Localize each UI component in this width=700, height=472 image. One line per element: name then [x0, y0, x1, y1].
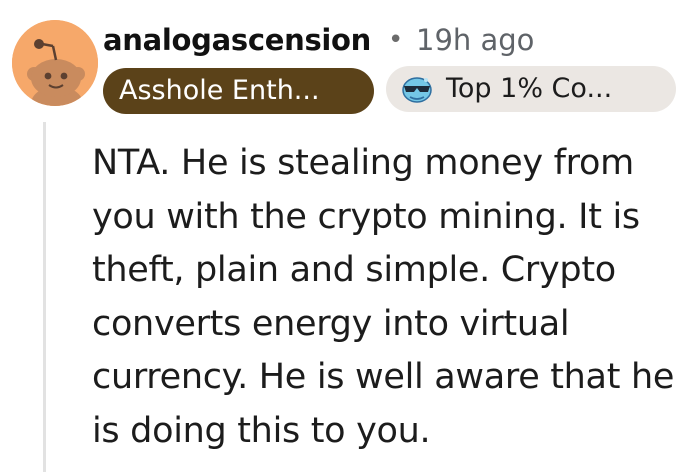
reddit-snoo-avatar-icon — [12, 20, 98, 106]
user-flair[interactable]: Asshole Enth... — [103, 68, 374, 114]
comment-timestamp[interactable]: 19h ago — [416, 18, 534, 62]
avatar[interactable] — [12, 20, 98, 106]
author-username[interactable]: analogascension — [103, 18, 371, 62]
thread-line[interactable] — [43, 122, 46, 472]
comment: analogascension • 19h ago Asshole Enth..… — [0, 0, 700, 472]
comment-body: NTA. He is stealing money from you with … — [92, 143, 675, 451]
meta-separator: • — [388, 25, 404, 55]
achievement-badge[interactable]: Top 1% Co... — [386, 66, 676, 112]
achievement-label: Top 1% Co... — [446, 73, 613, 104]
sunglasses-face-icon — [402, 77, 432, 103]
